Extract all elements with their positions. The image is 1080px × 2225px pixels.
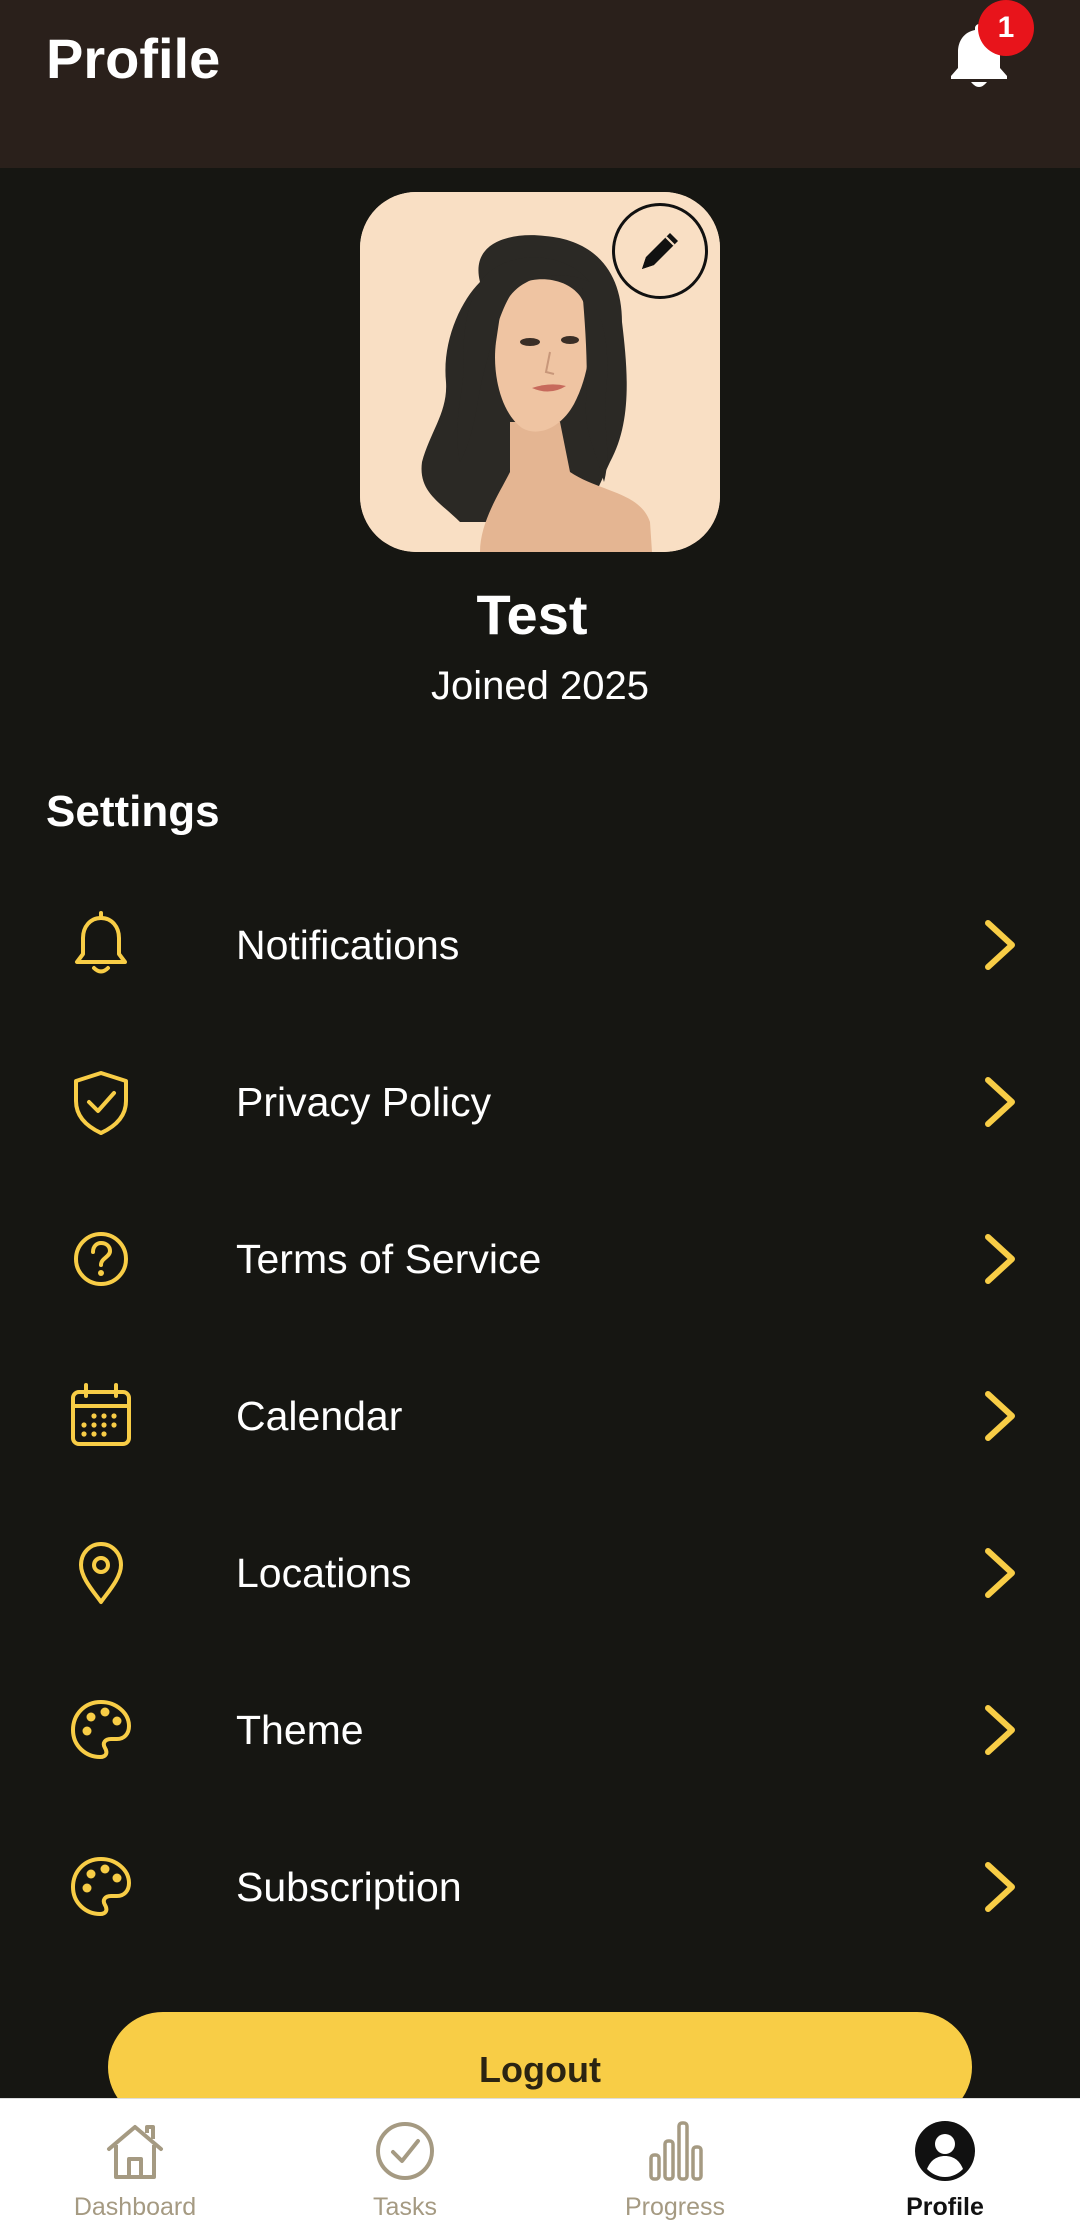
chevron-right-icon [985, 1234, 1015, 1284]
palette-icon [71, 1700, 131, 1759]
calendar-icon [71, 1383, 131, 1446]
bottom-tab-bar: Dashboard Tasks Progress Profile [0, 2098, 1080, 2225]
shield-check-icon [74, 1071, 128, 1135]
map-pin-icon [79, 1542, 123, 1604]
bar-chart-icon [649, 2121, 703, 2181]
settings-item-privacy-policy[interactable]: Privacy Policy [0, 1023, 1080, 1181]
tab-label: Tasks [373, 2193, 437, 2221]
joined-date: Joined 2025 [431, 664, 649, 708]
tab-dashboard[interactable]: Dashboard [0, 2099, 270, 2225]
home-icon [107, 2125, 163, 2179]
settings-item-label: Theme [236, 1707, 364, 1753]
chevron-right-icon [985, 1077, 1015, 1127]
settings-item-terms-of-service[interactable]: Terms of Service [0, 1180, 1080, 1338]
page-title: Profile [46, 27, 221, 90]
settings-heading: Settings [46, 787, 220, 836]
settings-item-label: Subscription [236, 1864, 462, 1910]
tab-progress[interactable]: Progress [540, 2099, 810, 2225]
chevron-right-icon [985, 1391, 1015, 1441]
chevron-right-icon [985, 1705, 1015, 1755]
settings-item-label: Locations [236, 1550, 412, 1596]
settings-item-label: Calendar [236, 1393, 403, 1439]
settings-item-theme[interactable]: Theme [0, 1651, 1080, 1809]
notification-badge: 1 [978, 0, 1034, 56]
tab-label: Dashboard [73, 2193, 197, 2221]
chevron-right-icon [985, 1548, 1015, 1598]
tab-tasks[interactable]: Tasks [270, 2099, 540, 2225]
settings-item-notifications[interactable]: Notifications [0, 866, 1080, 1024]
settings-item-calendar[interactable]: Calendar [0, 1337, 1080, 1495]
tab-profile[interactable]: Profile [810, 2099, 1080, 2225]
palette-icon [71, 1857, 131, 1916]
top-app-bar: Profile [0, 0, 1080, 168]
settings-item-locations[interactable]: Locations [0, 1494, 1080, 1652]
user-circle-icon [915, 2121, 975, 2181]
settings-item-subscription[interactable]: Subscription [0, 1808, 1080, 1966]
edit-avatar-button[interactable] [612, 203, 708, 299]
tab-label: Progress [624, 2193, 726, 2221]
pencil-icon [642, 233, 678, 269]
chevron-right-icon [985, 1862, 1015, 1912]
settings-item-label: Notifications [236, 922, 460, 968]
settings-item-label: Terms of Service [236, 1236, 542, 1282]
tab-label: Profile [906, 2193, 984, 2221]
user-name: Test [476, 583, 588, 646]
bell-icon [75, 911, 127, 974]
chevron-right-icon [985, 920, 1015, 970]
check-circle-icon [376, 2122, 434, 2180]
help-circle-icon [74, 1232, 128, 1286]
settings-item-label: Privacy Policy [236, 1079, 492, 1125]
